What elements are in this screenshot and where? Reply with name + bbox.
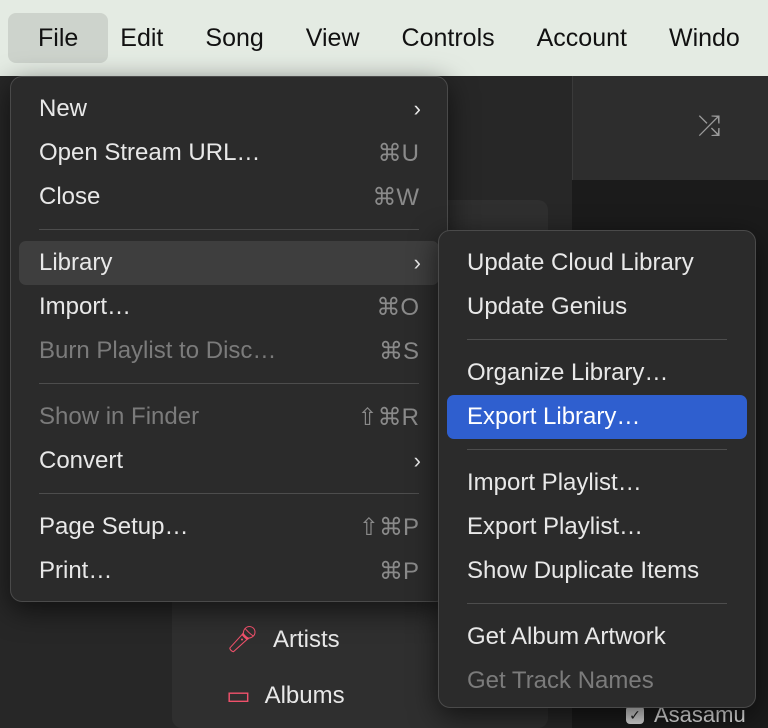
menu-item-label: Get Album Artwork: [467, 623, 666, 650]
sidebar-item-label: Artists: [273, 625, 340, 653]
menu-item-organize-library[interactable]: Organize Library…: [447, 351, 747, 395]
menu-separator: [467, 339, 727, 340]
menu-item-label: Print…: [39, 557, 113, 584]
menu-separator: [467, 449, 727, 450]
menu-item-shortcut: ⌘W: [372, 183, 419, 211]
file-menu: New › Open Stream URL… ⌘U Close ⌘W Libra…: [10, 76, 448, 602]
menu-item-label: Burn Playlist to Disc…: [39, 337, 277, 364]
chevron-right-icon: ›: [413, 250, 421, 275]
menu-item-label: Open Stream URL…: [39, 139, 261, 166]
menu-item-open-stream-url[interactable]: Open Stream URL… ⌘U: [19, 131, 439, 175]
menu-item-label: Export Library…: [467, 403, 641, 430]
sidebar-item-label: Albums: [264, 681, 345, 709]
menu-item-show-in-finder: Show in Finder ⇧⌘R: [19, 395, 439, 439]
menu-item-label: Organize Library…: [467, 359, 669, 386]
menu-item-export-library[interactable]: Export Library…: [447, 395, 747, 439]
menu-item-new[interactable]: New ›: [19, 87, 439, 131]
menu-item-convert[interactable]: Convert ›: [19, 439, 439, 483]
menu-edit[interactable]: Edit: [108, 13, 184, 63]
checkbox[interactable]: ✓: [626, 706, 644, 724]
menu-view[interactable]: View: [285, 13, 381, 63]
menu-item-label: Update Genius: [467, 293, 628, 320]
menu-separator: [467, 603, 727, 604]
menu-item-library[interactable]: Library ›: [19, 241, 439, 285]
menu-item-shortcut: ⌘O: [376, 293, 419, 321]
sidebar-item-artists[interactable]: 🎤︎ Artists: [226, 624, 340, 655]
menu-bar: File Edit Song View Controls Account Win…: [0, 0, 768, 76]
menu-item-label: Close: [39, 183, 101, 210]
app-toolbar: [572, 76, 768, 180]
chevron-right-icon: ›: [413, 448, 421, 473]
menu-item-label: Convert: [39, 447, 124, 474]
chevron-right-icon: ›: [413, 96, 421, 121]
menu-controls[interactable]: Controls: [381, 13, 516, 63]
menu-item-close[interactable]: Close ⌘W: [19, 175, 439, 219]
menu-item-get-album-artwork[interactable]: Get Album Artwork: [447, 615, 747, 659]
menu-item-export-playlist[interactable]: Export Playlist…: [447, 505, 747, 549]
menu-item-import-playlist[interactable]: Import Playlist…: [447, 461, 747, 505]
menu-item-burn-playlist: Burn Playlist to Disc… ⌘S: [19, 329, 439, 373]
menu-item-get-track-names: Get Track Names: [447, 659, 747, 703]
menu-item-update-cloud-library[interactable]: Update Cloud Library: [447, 241, 747, 285]
library-submenu: Update Cloud Library Update Genius Organ…: [438, 230, 756, 708]
menu-item-shortcut: ⌘P: [378, 557, 419, 585]
menu-separator: [39, 493, 419, 494]
menu-item-import[interactable]: Import… ⌘O: [19, 285, 439, 329]
menu-item-shortcut: ⇧⌘R: [357, 403, 419, 431]
menu-item-label: Export Playlist…: [467, 513, 644, 540]
menu-item-shortcut: ⌘U: [377, 139, 419, 167]
menu-item-update-genius[interactable]: Update Genius: [447, 285, 747, 329]
menu-window[interactable]: Windo: [648, 13, 761, 63]
menu-item-label: Library: [39, 249, 113, 276]
menu-item-print[interactable]: Print… ⌘P: [19, 549, 439, 593]
menu-item-page-setup[interactable]: Page Setup… ⇧⌘P: [19, 505, 439, 549]
menu-item-label: Show in Finder: [39, 403, 200, 430]
menu-item-show-duplicate-items[interactable]: Show Duplicate Items: [447, 549, 747, 593]
menu-item-label: Page Setup…: [39, 513, 189, 540]
menu-item-label: New: [39, 95, 88, 122]
menu-item-label: Import Playlist…: [467, 469, 642, 496]
album-stack-icon: ▭: [226, 680, 251, 710]
menu-item-label: Import…: [39, 293, 132, 320]
menu-account[interactable]: Account: [516, 13, 648, 63]
menu-item-shortcut: ⌘S: [378, 337, 419, 365]
menu-item-label: Update Cloud Library: [467, 249, 694, 276]
menu-file[interactable]: File: [8, 13, 109, 63]
menu-separator: [39, 229, 419, 230]
sidebar-item-albums[interactable]: ▭ Albums: [226, 680, 345, 711]
menu-separator: [39, 383, 419, 384]
menu-song[interactable]: Song: [184, 13, 284, 63]
shuffle-icon[interactable]: ⤮: [698, 110, 720, 143]
microphone-icon: 🎤︎: [226, 624, 260, 654]
menu-item-label: Show Duplicate Items: [467, 557, 700, 584]
menu-item-shortcut: ⇧⌘P: [358, 513, 419, 541]
menu-item-label: Get Track Names: [467, 667, 654, 694]
